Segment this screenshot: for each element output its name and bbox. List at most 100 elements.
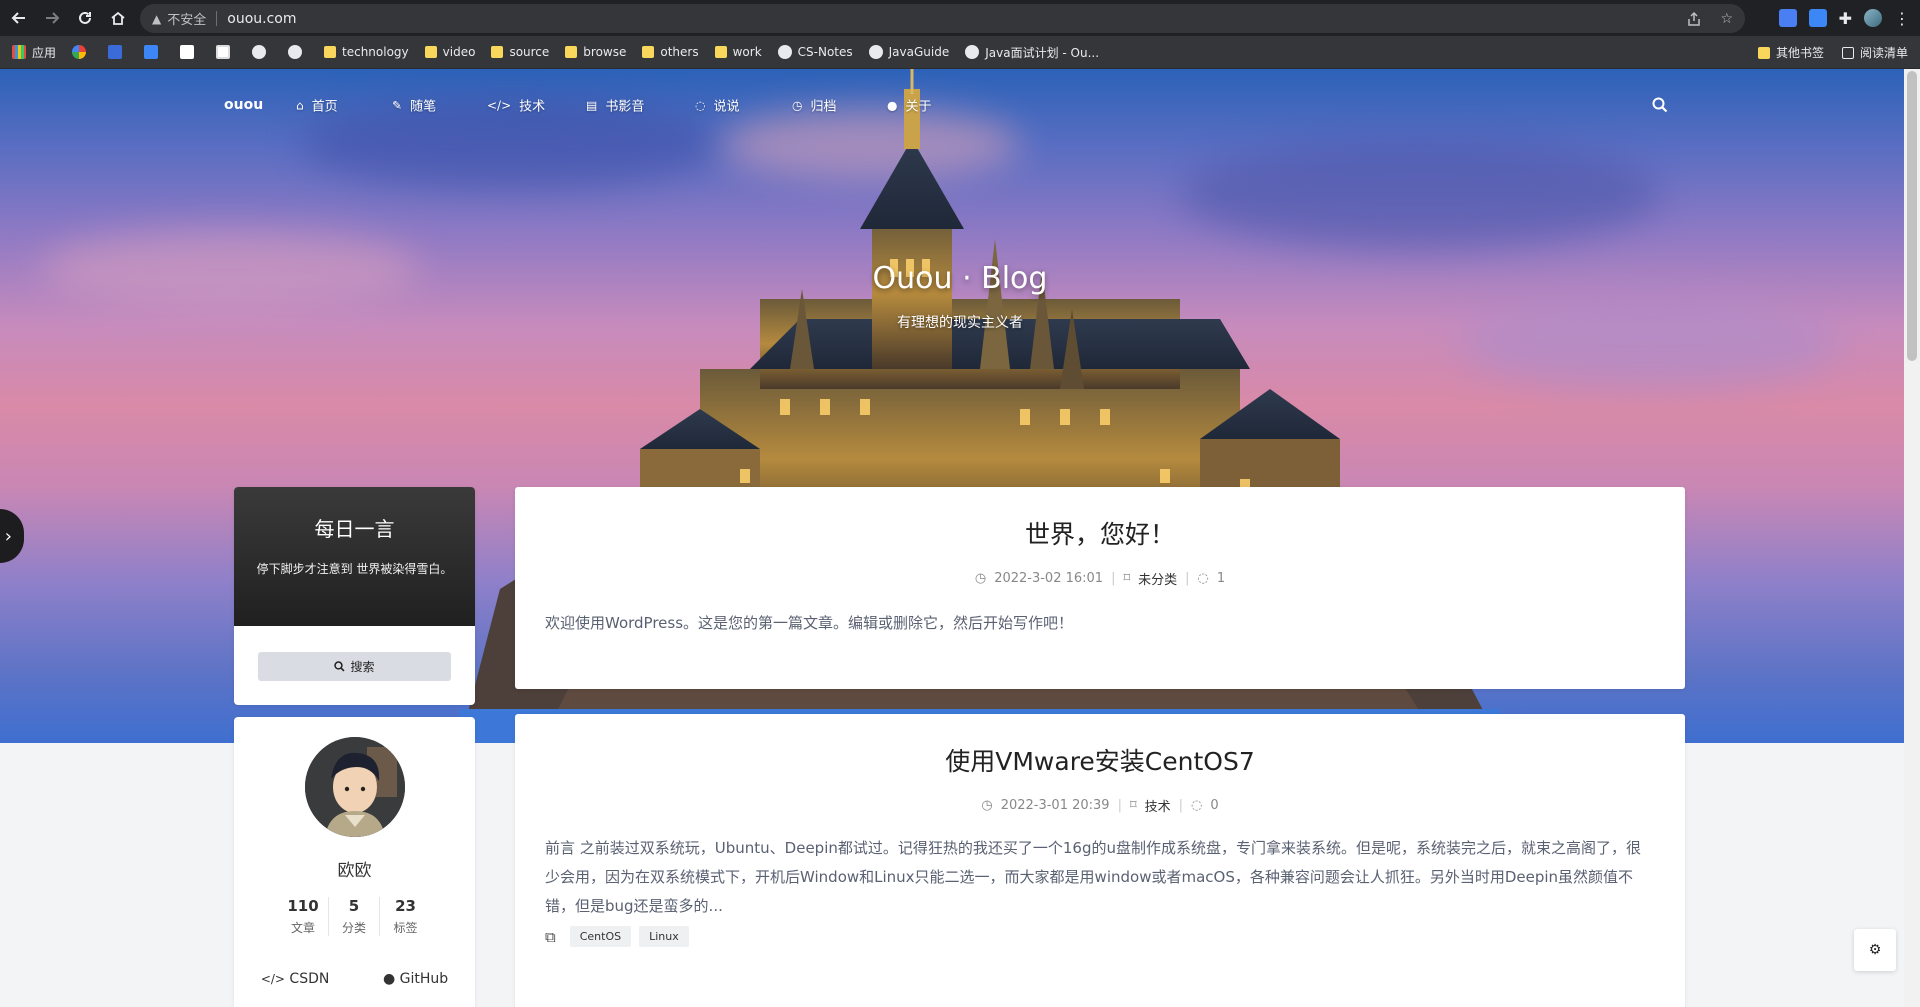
sidebar-search-button[interactable]: 搜索 (258, 652, 451, 681)
search-icon (334, 661, 346, 672)
stat-posts[interactable]: 110 文章 (278, 897, 329, 936)
post-comment-count[interactable]: 0 (1210, 798, 1218, 813)
github-icon (777, 45, 792, 59)
scrollbar-thumb[interactable] (1907, 71, 1917, 361)
code-icon: </> (487, 98, 512, 112)
site-brand[interactable]: ouou (224, 97, 263, 113)
other-bookmarks[interactable]: 其他书签 (1757, 44, 1824, 61)
bookmark-folder-browse[interactable]: browse (565, 45, 626, 59)
forward-button[interactable] (38, 4, 66, 32)
bookmark-wordpress[interactable] (216, 45, 236, 59)
divider (216, 11, 218, 26)
puzzle-icon[interactable]: ✚ (1839, 9, 1852, 28)
bookmark-github[interactable] (288, 45, 308, 59)
nav-archive[interactable]: ◷ 归档 (792, 96, 837, 115)
folder-icon (424, 46, 437, 58)
bookmark-pen[interactable] (144, 45, 164, 59)
bookmark-folder-technology[interactable]: technology (324, 45, 409, 59)
bookmark-folder-others[interactable]: others (642, 45, 699, 59)
code-icon: </> (260, 972, 285, 986)
meta-divider: | (1117, 798, 1122, 813)
bookmark-javaguide[interactable]: JavaGuide (868, 45, 949, 59)
book-icon: ▤ (586, 98, 598, 112)
profile-links: </> CSDN ● GitHub (234, 971, 475, 987)
profile-avatar-icon[interactable] (1864, 9, 1882, 27)
share-icon[interactable] (1686, 11, 1702, 27)
clock-icon: ◷ (792, 98, 803, 112)
more-menu-icon[interactable]: ⋮ (1894, 9, 1910, 28)
pen-extension-icon[interactable] (1808, 9, 1827, 27)
post-comment-count[interactable]: 1 (1217, 571, 1225, 586)
profile-stats: 110 文章 5 分类 23 标签 (278, 897, 431, 936)
nav-tech[interactable]: </> 技术 (487, 96, 545, 115)
paw-icon (965, 45, 980, 59)
bookmark-java-interview[interactable]: Java面试计划 - Ou... (965, 44, 1099, 61)
avatar-image (305, 737, 405, 837)
paw-icon (252, 45, 267, 59)
clock-icon: ◷ (974, 571, 987, 586)
pencil-icon: ✎ (392, 98, 403, 112)
folder-icon (324, 46, 337, 58)
nav-media[interactable]: ▤ 书影音 (586, 96, 644, 115)
comments-icon: ◌ (1197, 571, 1209, 586)
folder-icon (642, 46, 655, 58)
bookmark-folder-work[interactable]: work (714, 45, 762, 59)
post-title[interactable]: 使用VMware安装CentOS7 (515, 742, 1685, 778)
bookmark-cs-notes[interactable]: CS-Notes (777, 45, 853, 59)
folder-icon (1757, 46, 1770, 59)
tag-centos[interactable]: CentOS (569, 926, 632, 947)
nav-talks[interactable]: ◌ 说说 (695, 96, 740, 115)
bookmark-folder-video[interactable]: video (424, 45, 475, 59)
tag-linux[interactable]: Linux (639, 926, 689, 947)
back-button[interactable] (5, 4, 33, 32)
github-icon (288, 45, 303, 59)
github-icon (868, 45, 883, 59)
bookmark-google[interactable] (72, 45, 92, 59)
github-icon: ● (382, 971, 396, 987)
chevron-right-icon: › (4, 525, 12, 547)
clock-icon: ◷ (981, 798, 993, 813)
daily-quote-card: 每日一言 停下脚步才注意到 世界被染得雪白。 搜索 (234, 487, 475, 705)
csdn-link[interactable]: </> CSDN (261, 971, 330, 987)
bookmark-baidu[interactable] (108, 45, 128, 59)
post-excerpt: 前言 之前装过双系统玩，Ubuntu、Deepin都试过。记得狂热的我还买了一个… (545, 839, 1641, 915)
post-category[interactable]: 未分类 (1138, 569, 1177, 588)
post-meta: ◷ 2022-3-02 16:01 | ⌑ 未分类 | ◌ 1 (515, 569, 1685, 588)
bookmark-apps[interactable]: 应用 (12, 44, 56, 61)
url-text: ouou.com (227, 10, 297, 27)
arrow-left-icon (11, 12, 25, 24)
bookmarks-bar: 应用 technology video source browse others… (0, 36, 1920, 69)
star-icon[interactable]: ☆ (1720, 11, 1733, 27)
search-icon[interactable] (1652, 97, 1668, 113)
post-category[interactable]: 技术 (1145, 796, 1171, 815)
translate-extension-icon[interactable] (1778, 9, 1797, 27)
nav-home[interactable]: ⌂ 首页 (296, 96, 338, 115)
reading-list[interactable]: 阅读清单 (1841, 44, 1908, 61)
stat-tags[interactable]: 23 标签 (380, 897, 431, 936)
user-icon: ● (887, 98, 898, 112)
nav-about[interactable]: ● 关于 (887, 96, 932, 115)
post-date: 2022-3-02 16:01 (994, 571, 1104, 586)
quote-header: 每日一言 停下脚步才注意到 世界被染得雪白。 (234, 487, 475, 626)
bookmark-paw[interactable] (252, 45, 272, 59)
bookmark-trello[interactable] (180, 45, 200, 59)
github-link[interactable]: ● GitHub (383, 971, 448, 987)
reload-button[interactable] (71, 4, 99, 32)
insecure-label: 不安全 (167, 13, 207, 28)
quote-text: 停下脚步才注意到 世界被染得雪白。 (256, 562, 453, 576)
stat-categories[interactable]: 5 分类 (329, 897, 380, 936)
omnibox-actions: ☆ (1686, 4, 1733, 33)
scrollbar[interactable] (1904, 69, 1920, 1007)
quote-title: 每日一言 (314, 517, 395, 541)
address-bar[interactable]: ▲ 不安全 ouou.com ☆ (140, 4, 1745, 33)
nav-essays[interactable]: ✎ 随笔 (392, 96, 436, 115)
site-navbar: ouou ⌂ 首页 ✎ 随笔 </> 技术 ▤ 书影音 ◌ 说说 ◷ 归档 ● 关于 (0, 69, 1920, 141)
bookmark-folder-source[interactable]: source (491, 45, 549, 59)
arrow-right-icon (46, 12, 60, 24)
home-icon: ⌂ (296, 98, 304, 112)
post-title[interactable]: 世界，您好！ (515, 515, 1685, 551)
home-button[interactable] (104, 4, 132, 32)
bookmark-icon: ⌑ (1129, 798, 1137, 813)
settings-button[interactable]: ⚙ (1854, 929, 1896, 971)
profile-card: 欧欧 110 文章 5 分类 23 标签 </> CSDN ● GitHub (234, 717, 475, 1007)
